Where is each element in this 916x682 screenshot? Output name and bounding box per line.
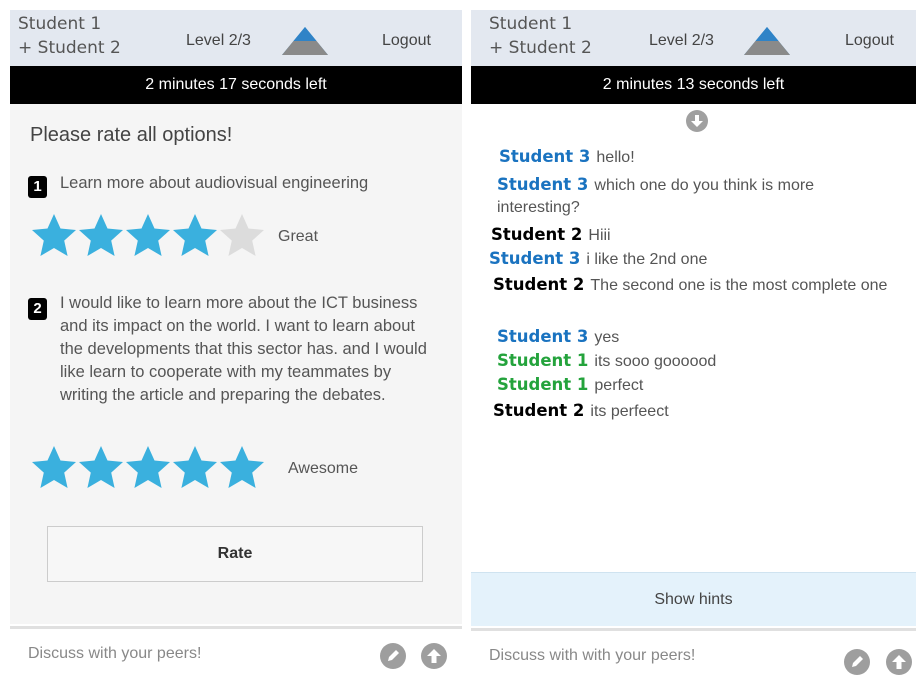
message-sender: Student 3 — [489, 249, 581, 268]
star-icon[interactable] — [218, 212, 266, 258]
level-triangle-icon — [744, 27, 790, 55]
rating-panel: Student 1 + Student 2 Level 2/3 Logout 2… — [10, 0, 462, 682]
star-icon[interactable] — [124, 444, 172, 490]
star-icon[interactable] — [30, 444, 78, 490]
message-sender: Student 3 — [497, 175, 589, 194]
star-icon[interactable] — [171, 212, 219, 258]
chat-messages: Student 3 hello! Student 3 which one do you… — [471, 104, 916, 570]
message-text: Hiii — [588, 227, 611, 244]
message-sender: Student 3 — [497, 327, 589, 346]
rating-area: Please rate all options! 1 Learn more ab… — [10, 104, 462, 624]
student-names: Student 1 + Student 2 — [18, 12, 121, 60]
header: Student 1 + Student 2 Level 2/3 Logout — [10, 10, 462, 66]
chat-input-bar[interactable]: Discuss with your peers! — [10, 626, 462, 680]
pencil-icon[interactable] — [844, 649, 870, 675]
chat-message: Student 1 perfect — [497, 374, 892, 397]
star-rating[interactable] — [30, 212, 265, 258]
star-icon[interactable] — [124, 212, 172, 258]
rating-label: Great — [278, 228, 319, 245]
message-text: perfect — [594, 377, 644, 394]
timer: 2 minutes 17 seconds left — [10, 66, 462, 104]
chat-message: Student 1 its sooo goooood — [497, 350, 892, 373]
message-sender: Student 2 — [491, 225, 583, 244]
chat-message: Student 2 its perfeect — [493, 400, 888, 423]
level-label: Level 2/3 — [186, 32, 251, 49]
header: Student 1 + Student 2 Level 2/3 Logout — [471, 10, 916, 66]
star-icon[interactable] — [171, 444, 219, 490]
rate-button[interactable]: Rate — [47, 526, 423, 582]
level-triangle-icon — [282, 27, 328, 55]
chat-input-bar[interactable]: Discuss with with your peers! — [471, 628, 916, 682]
show-hints-button[interactable]: Show hints — [471, 572, 916, 626]
chat-message: Student 2 The second one is the most comp… — [493, 274, 888, 297]
student-names: Student 1 + Student 2 — [489, 12, 592, 60]
arrow-down-icon[interactable] — [686, 110, 708, 132]
message-text: i like the 2nd one — [586, 251, 708, 268]
message-sender: Student 2 — [493, 401, 585, 420]
chat-panel: Student 1 + Student 2 Level 2/3 Logout 2… — [471, 0, 916, 682]
message-text: yes — [594, 329, 620, 346]
option-number: 1 — [28, 176, 47, 198]
chat-input-placeholder[interactable]: Discuss with with your peers! — [489, 647, 695, 665]
logout-button[interactable]: Logout — [845, 32, 894, 50]
level-label: Level 2/3 — [649, 32, 714, 49]
rating-label: Awesome — [288, 460, 358, 477]
star-icon[interactable] — [77, 444, 125, 490]
student-name: Student 1 — [489, 14, 573, 34]
star-icon[interactable] — [30, 212, 78, 258]
message-sender: Student 1 — [497, 375, 589, 394]
rate-title: Please rate all options! — [30, 124, 233, 146]
message-sender: Student 1 — [497, 351, 589, 370]
star-icon[interactable] — [77, 212, 125, 258]
message-text: hello! — [596, 149, 635, 166]
option-number: 2 — [28, 298, 47, 320]
timer: 2 minutes 13 seconds left — [471, 66, 916, 104]
option-text: Learn more about audiovisual engineering — [60, 174, 369, 192]
message-text: its sooo goooood — [594, 353, 717, 370]
logout-button[interactable]: Logout — [382, 32, 431, 50]
chat-message: Student 2 Hiii — [491, 224, 886, 247]
student-name: + Student 2 — [18, 38, 121, 58]
chat-message: Student 3 i like the 2nd one — [489, 248, 884, 271]
message-sender: Student 2 — [493, 275, 585, 294]
message-sender: Student 3 — [499, 147, 591, 166]
chat-message: Student 3 which one do you think is more … — [497, 174, 867, 219]
message-text: The second one is the most complete one — [590, 277, 888, 294]
message-text: its perfeect — [590, 403, 669, 420]
star-rating[interactable] — [30, 444, 265, 490]
student-name: + Student 2 — [489, 38, 592, 58]
chat-message: Student 3 hello! — [499, 146, 894, 169]
pencil-icon[interactable] — [380, 643, 406, 669]
arrow-up-icon[interactable] — [886, 649, 912, 675]
student-name: Student 1 — [18, 14, 102, 34]
star-icon[interactable] — [218, 444, 266, 490]
arrow-up-icon[interactable] — [421, 643, 447, 669]
chat-input-placeholder[interactable]: Discuss with your peers! — [28, 645, 201, 663]
chat-message: Student 3 yes — [497, 326, 892, 349]
option-text: I would like to learn more about the ICT… — [60, 294, 427, 404]
